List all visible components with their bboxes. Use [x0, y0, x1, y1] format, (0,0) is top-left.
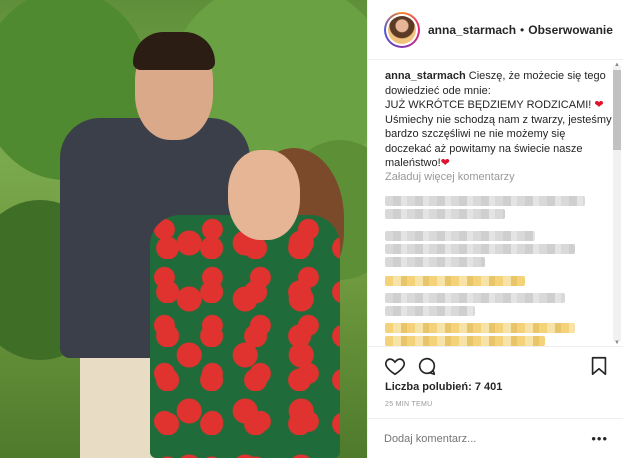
heart-emoji-icon: ❤: [440, 157, 450, 169]
comments-section: anna_starmach Cieszę, że możecie się teg…: [368, 61, 623, 346]
post-sidebar: anna_starmach • Obserwowanie anna_starma…: [367, 0, 623, 458]
comment-blurred: [385, 293, 565, 303]
post-actions: [368, 346, 623, 386]
comment-blurred: [385, 323, 575, 333]
comment-blurred: [385, 276, 525, 286]
post-header: anna_starmach • Obserwowanie: [368, 0, 623, 60]
comment-blurred: [385, 244, 575, 254]
comment-blurred: [385, 209, 505, 219]
comment-blurred: [385, 306, 475, 316]
heart-emoji-icon: ❤: [594, 99, 604, 111]
load-more-comments-button[interactable]: Załaduj więcej komentarzy: [385, 171, 515, 183]
add-comment-bar: •••: [368, 418, 623, 458]
avatar[interactable]: [384, 11, 420, 48]
comments-scrollbar[interactable]: [613, 66, 621, 341]
caption-line3: Uśmiechy nie schodzą nam z twarzy, jeste…: [385, 113, 612, 170]
heart-icon[interactable]: [384, 355, 406, 377]
post-timestamp[interactable]: 25 MIN TEMU: [385, 401, 433, 408]
comment-blurred: [385, 231, 535, 241]
comment-input[interactable]: [384, 432, 592, 445]
comment-blurred: [385, 196, 585, 206]
more-options-icon[interactable]: •••: [591, 431, 608, 446]
comment-blurred: [385, 336, 545, 346]
caption: anna_starmach Cieszę, że możecie się teg…: [385, 69, 613, 171]
bookmark-icon[interactable]: [588, 355, 610, 377]
header-separator: •: [520, 22, 525, 37]
header-username[interactable]: anna_starmach: [428, 23, 516, 37]
follow-button[interactable]: Obserwowanie: [528, 23, 613, 37]
caption-username[interactable]: anna_starmach: [385, 70, 466, 82]
likes-count[interactable]: Liczba polubień: 7 401: [385, 381, 502, 393]
comment-icon[interactable]: [416, 355, 438, 377]
comment-blurred: [385, 257, 485, 267]
post-photo: [0, 0, 367, 458]
caption-line2: JUŻ WKRÓTCE BĘDZIEMY RODZICAMI!: [385, 99, 592, 111]
